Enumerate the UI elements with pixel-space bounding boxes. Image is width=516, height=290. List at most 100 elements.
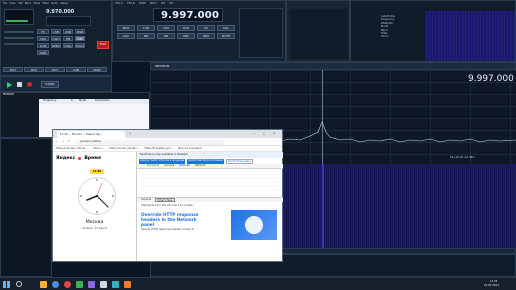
new-tab-icon[interactable]: + xyxy=(129,132,131,135)
taskbar-app-4[interactable] xyxy=(76,281,83,288)
devtools-tab-network[interactable]: Network xyxy=(195,164,206,168)
tab-rx3[interactable]: RX3 xyxy=(45,67,65,72)
tab-sub[interactable]: SUB xyxy=(66,67,86,72)
service-name[interactable]: Время xyxy=(84,156,101,161)
reload-icon[interactable]: ↻ xyxy=(68,140,70,143)
power-button[interactable]: PWR xyxy=(97,41,109,49)
mode-spec[interactable]: SPEC xyxy=(51,43,61,48)
start-button[interactable]: START xyxy=(41,81,59,88)
label-rit[interactable]: RIT xyxy=(161,2,165,5)
transport-strip: START xyxy=(0,76,112,92)
bookmark-2[interactable]: https://... xyxy=(93,146,105,151)
menu-file[interactable]: File xyxy=(3,2,7,7)
af-slider[interactable] xyxy=(4,31,34,33)
label-split[interactable]: SPLIT xyxy=(150,2,157,5)
btn-sql[interactable]: SQL xyxy=(217,25,235,31)
bookmark-4[interactable]: https://translate.goo... xyxy=(144,146,173,151)
analog-clock xyxy=(78,177,116,215)
taskbar-app-5[interactable] xyxy=(88,281,95,288)
devtools-tab-elements[interactable]: Elements xyxy=(147,164,159,168)
forward-icon[interactable]: → xyxy=(62,140,64,143)
drawer-tab-whats-new[interactable]: What's New xyxy=(155,198,175,202)
minimize-icon[interactable]: ─ xyxy=(253,132,255,135)
btn-mox[interactable]: MOX xyxy=(117,25,135,31)
menu-view[interactable]: View xyxy=(9,2,15,7)
feature-title[interactable]: Override HTTP response headers in the Ne… xyxy=(141,212,205,227)
sql-slider[interactable] xyxy=(4,43,34,45)
label-vfo-a[interactable]: VFO A xyxy=(115,2,123,5)
dom-tree[interactable] xyxy=(139,171,279,195)
taskbar-app-6[interactable] xyxy=(100,281,107,288)
taskbar-app-2[interactable] xyxy=(52,281,59,288)
play-icon[interactable] xyxy=(7,82,12,88)
bookmark-5[interactable]: Другие закладки xyxy=(178,146,202,151)
back-icon[interactable]: ← xyxy=(56,140,58,143)
spectrum-status: S9+10 dB -63 dBm xyxy=(450,156,475,159)
taskbar-date[interactable]: 23.03.2023 xyxy=(484,284,499,287)
btn-vox[interactable]: VOX xyxy=(157,25,175,31)
mode-digu[interactable]: DIGU xyxy=(75,43,85,48)
rf-slider[interactable] xyxy=(4,37,34,39)
s-meter xyxy=(4,9,34,25)
bookmark-3[interactable]: https://music.yandex... xyxy=(109,146,139,151)
btn-tun[interactable]: TUN xyxy=(137,25,155,31)
mode-drm[interactable]: DRM xyxy=(37,50,49,55)
start-icon[interactable] xyxy=(3,281,10,288)
btn-nr[interactable]: NR xyxy=(157,33,175,39)
btn-bin[interactable]: BIN xyxy=(197,33,215,39)
bookmark-1[interactable]: https://yandex.ru/time... xyxy=(56,146,88,151)
taskbar-app-3[interactable] xyxy=(64,281,71,288)
label-tune[interactable]: TUNE xyxy=(139,2,146,5)
left-info-line xyxy=(46,16,91,26)
btn-agc[interactable]: AGC xyxy=(117,33,135,39)
menu-filter[interactable]: Filter xyxy=(42,2,48,7)
tab-rx2[interactable]: RX2 xyxy=(24,67,44,72)
taskbar-time[interactable]: 11:36 xyxy=(490,280,497,283)
search-icon[interactable] xyxy=(16,281,22,287)
mode-digl[interactable]: DIGL xyxy=(63,43,73,48)
btn-mute[interactable]: MUTE xyxy=(217,33,235,39)
sdr-center-panel: VFO A VFO B TUNE SPLIT RIT XIT 9.997.000… xyxy=(112,0,286,62)
mode-fm[interactable]: FM xyxy=(63,36,73,41)
menu-dsp[interactable]: DSP xyxy=(18,2,23,7)
label-xit[interactable]: XIT xyxy=(169,2,173,5)
tx-button[interactable]: TX xyxy=(37,29,49,34)
mode-lsb[interactable]: LSB xyxy=(51,29,61,34)
menu-mode[interactable]: Mode xyxy=(33,2,40,7)
mode-am[interactable]: AM xyxy=(75,36,85,41)
tab-rx1[interactable]: RX1 xyxy=(3,67,23,72)
address-bar[interactable]: yandex.ru/time/ xyxy=(75,139,225,145)
btn-dup[interactable]: DUP xyxy=(177,25,195,31)
taskbar-app-8[interactable] xyxy=(124,281,131,288)
mode-dsb[interactable]: DSB xyxy=(75,29,85,34)
city-name: Москва xyxy=(85,220,104,225)
mode-usb[interactable]: USB xyxy=(63,29,73,34)
taskbar-app-7[interactable] xyxy=(112,281,119,288)
maximize-icon[interactable]: □ xyxy=(263,132,265,135)
btn-anf[interactable]: ANF xyxy=(177,33,195,39)
chrome-tab[interactable]: 11:36 — Москва — Яндекс.Вр... xyxy=(57,131,125,138)
center-frequency[interactable]: 9.997.000 xyxy=(161,10,219,21)
yandex-logo[interactable]: Яндекс xyxy=(56,156,75,161)
devtools-tab-sources[interactable]: Sources xyxy=(179,164,189,168)
close-icon[interactable]: ✕ xyxy=(273,132,275,135)
taskbar-app-1[interactable] xyxy=(40,281,47,288)
btn-ps[interactable]: PS xyxy=(197,25,215,31)
mode-cwu[interactable]: CWU xyxy=(51,36,61,41)
label-vfo-b[interactable]: VFO B xyxy=(127,2,135,5)
btn-nb[interactable]: NB xyxy=(137,33,155,39)
record-icon[interactable] xyxy=(27,82,32,87)
drawer-tab-console[interactable]: Console xyxy=(141,198,151,202)
mode-sam[interactable]: SAM xyxy=(37,43,49,48)
devtools-tabs: Elements Console Sources Network xyxy=(137,164,283,169)
center-right-controls xyxy=(239,8,283,58)
tab-mon[interactable]: MON xyxy=(87,67,107,72)
menu-audio[interactable]: Audio xyxy=(51,2,58,7)
menu-line-7[interactable]: Zoom xyxy=(381,35,421,38)
mode-cwl[interactable]: CWL xyxy=(37,36,49,41)
stop-icon[interactable] xyxy=(17,82,22,87)
menu-setup[interactable]: Setup xyxy=(60,2,68,7)
chrome-window: 11:36 — Москва — Яндекс.Вр... + ─ □ ✕ ← … xyxy=(52,129,283,262)
menu-band[interactable]: Band xyxy=(25,2,32,7)
devtools-tab-console[interactable]: Console xyxy=(164,164,174,168)
